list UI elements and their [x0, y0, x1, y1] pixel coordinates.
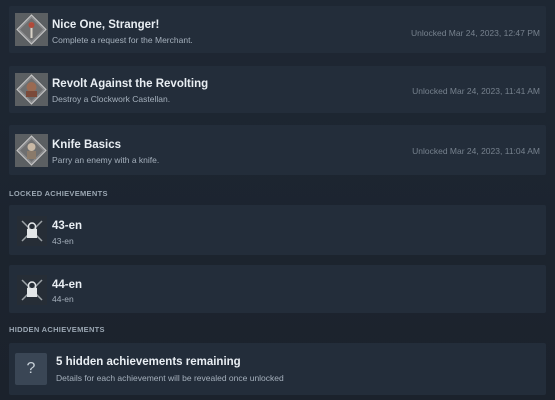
achievement-title: Revolt Against the Revolting: [52, 78, 209, 90]
achievement-title: Knife Basics: [52, 139, 122, 151]
achievement-card[interactable]: Knife Basics Parry an enemy with a knife…: [9, 125, 546, 175]
achievement-icon: [15, 73, 48, 106]
achievement-icon: [15, 134, 48, 167]
locked-section-header: LOCKED ACHIEVEMENTS: [9, 189, 108, 198]
achievement-description: Destroy a Clockwork Castellan.: [52, 94, 171, 104]
locked-achievement-title: 43-en: [52, 220, 83, 232]
achievement-icon: [15, 13, 48, 46]
achievement-description: Complete a request for the Merchant.: [52, 35, 193, 45]
achievement-description: Parry an enemy with a knife.: [52, 155, 160, 165]
achievement-card[interactable]: Nice One, Stranger! Complete a request f…: [9, 6, 546, 53]
hidden-achievements-title: 5 hidden achievements remaining: [56, 356, 241, 368]
achievement-card[interactable]: Revolt Against the Revolting Destroy a C…: [9, 66, 546, 113]
hidden-achievements-description: Details for each achievement will be rev…: [56, 373, 284, 383]
question-mark-icon: ?: [15, 353, 47, 385]
locked-achievement-description: 44-en: [52, 294, 74, 304]
locked-achievement-title: 44-en: [52, 279, 83, 291]
hidden-achievements-card[interactable]: ? 5 hidden achievements remaining Detail…: [9, 343, 546, 395]
unlock-date: Unlocked Mar 24, 2023, 11:41 AM: [412, 86, 540, 96]
locked-achievement-card[interactable]: 43-en 43-en: [9, 205, 546, 255]
unlock-date: Unlocked Mar 24, 2023, 11:04 AM: [412, 146, 540, 156]
hidden-section-header: HIDDEN ACHIEVEMENTS: [9, 325, 105, 334]
locked-achievement-description: 43-en: [52, 236, 74, 246]
locked-achievement-card[interactable]: 44-en 44-en: [9, 265, 546, 313]
locked-achievement-icon: [15, 273, 48, 306]
unlock-date: Unlocked Mar 24, 2023, 12:47 PM: [411, 28, 540, 38]
locked-achievement-icon: [15, 214, 48, 247]
achievement-title: Nice One, Stranger!: [52, 19, 160, 31]
